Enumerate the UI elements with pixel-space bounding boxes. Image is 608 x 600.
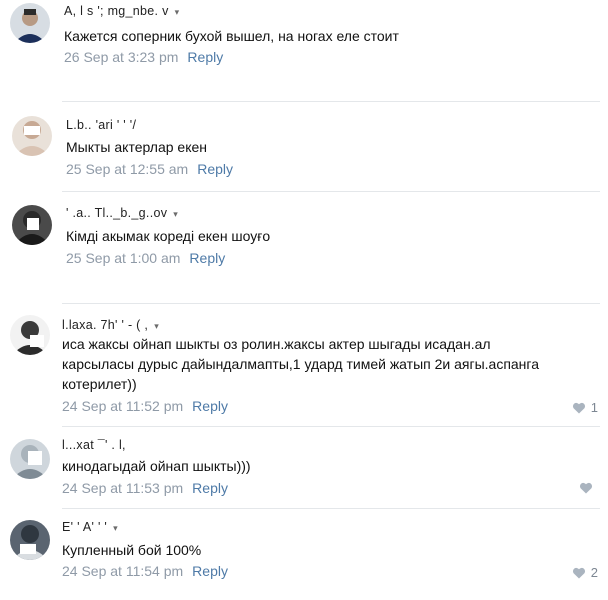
avatar[interactable] bbox=[10, 315, 50, 355]
comment-meta: 24 Sep at 11:52 pm Reply bbox=[62, 398, 228, 414]
author-name[interactable]: E' ' A' ' ' bbox=[62, 520, 107, 534]
reply-button[interactable]: Reply bbox=[192, 563, 228, 579]
avatar[interactable] bbox=[10, 3, 50, 43]
comment-text-line: карсыласы дурыс дайындалмапты,1 удард ти… bbox=[62, 356, 539, 372]
author-name[interactable]: l...xat ¯' . l, bbox=[62, 438, 126, 452]
comment-date[interactable]: 24 Sep at 11:52 pm bbox=[62, 398, 183, 414]
like-count: 2 bbox=[590, 565, 598, 580]
comment-date[interactable]: 26 Sep at 3:23 pm bbox=[64, 49, 178, 65]
avatar[interactable] bbox=[12, 116, 52, 156]
author-name[interactable]: A, l s '; mg_nbe. v bbox=[64, 4, 169, 18]
comment-meta: 25 Sep at 1:00 am Reply bbox=[66, 250, 225, 266]
comment-author[interactable]: L.b.. 'ari ' ' '/ bbox=[66, 118, 136, 132]
like-button[interactable] bbox=[579, 482, 598, 494]
comment-text-line: иса жаксы ойнап шыкты оз ролин.жаксы акт… bbox=[62, 336, 491, 352]
comment-meta: 25 Sep at 12:55 am Reply bbox=[66, 161, 233, 177]
comment-meta: 26 Sep at 3:23 pm Reply bbox=[64, 49, 223, 65]
divider bbox=[62, 191, 600, 192]
avatar[interactable] bbox=[10, 439, 50, 479]
divider bbox=[62, 303, 600, 304]
chevron-down-icon[interactable]: ▾ bbox=[175, 7, 180, 17]
comment-date[interactable]: 25 Sep at 12:55 am bbox=[66, 161, 188, 177]
divider bbox=[62, 508, 600, 509]
comment-text: Мыкты актерлар екен bbox=[66, 139, 208, 155]
comment-text: кинодагыдай ойнап шыкты))) bbox=[62, 458, 251, 474]
comment-author[interactable]: A, l s '; mg_nbe. v ▾ bbox=[64, 4, 179, 18]
comment-date[interactable]: 24 Sep at 11:53 pm bbox=[62, 480, 183, 496]
author-name[interactable]: ' .a.. Tl.._b._g..ov bbox=[66, 206, 167, 220]
comment-text: Кажется соперник бухой вышел, на ногах е… bbox=[64, 28, 399, 44]
comment-author[interactable]: E' ' A' ' ' ▾ bbox=[62, 520, 118, 534]
comment-text: иса жаксы ойнап шыкты оз ролин.жаксы акт… bbox=[62, 334, 602, 394]
comment-meta: 24 Sep at 11:54 pm Reply bbox=[62, 563, 228, 579]
chevron-down-icon[interactable]: ▾ bbox=[154, 321, 159, 331]
reply-button[interactable]: Reply bbox=[197, 161, 233, 177]
heart-icon bbox=[579, 482, 593, 494]
author-name[interactable]: l.laxa. 7h' ' - ( , bbox=[62, 318, 148, 332]
comment-text: Купленный бой 100% bbox=[62, 542, 202, 558]
avatar[interactable] bbox=[12, 205, 52, 245]
divider bbox=[62, 101, 600, 102]
heart-icon bbox=[572, 567, 585, 578]
reply-button[interactable]: Reply bbox=[192, 480, 228, 496]
like-button[interactable]: 2 bbox=[572, 565, 598, 580]
chevron-down-icon[interactable]: ▾ bbox=[113, 523, 118, 533]
divider bbox=[62, 426, 600, 427]
like-button[interactable]: 1 bbox=[572, 400, 598, 415]
reply-button[interactable]: Reply bbox=[192, 398, 228, 414]
avatar[interactable] bbox=[10, 520, 50, 560]
comment-meta: 24 Sep at 11:53 pm Reply bbox=[62, 480, 228, 496]
chevron-down-icon[interactable]: ▾ bbox=[173, 209, 178, 219]
author-name[interactable]: L.b.. 'ari ' ' '/ bbox=[66, 118, 136, 132]
comment-text: Кімді акымак кореді екен шоуғо bbox=[66, 228, 271, 244]
comment-author[interactable]: l.laxa. 7h' ' - ( , ▾ bbox=[62, 318, 159, 332]
comment-text-line: котерилет)) bbox=[62, 376, 137, 392]
heart-icon bbox=[572, 402, 585, 413]
reply-button[interactable]: Reply bbox=[189, 250, 225, 266]
comment-author[interactable]: l...xat ¯' . l, bbox=[62, 438, 126, 452]
like-count: 1 bbox=[590, 400, 598, 415]
reply-button[interactable]: Reply bbox=[187, 49, 223, 65]
comment-date[interactable]: 24 Sep at 11:54 pm bbox=[62, 563, 183, 579]
comment-author[interactable]: ' .a.. Tl.._b._g..ov ▾ bbox=[66, 206, 178, 220]
comment-date[interactable]: 25 Sep at 1:00 am bbox=[66, 250, 180, 266]
